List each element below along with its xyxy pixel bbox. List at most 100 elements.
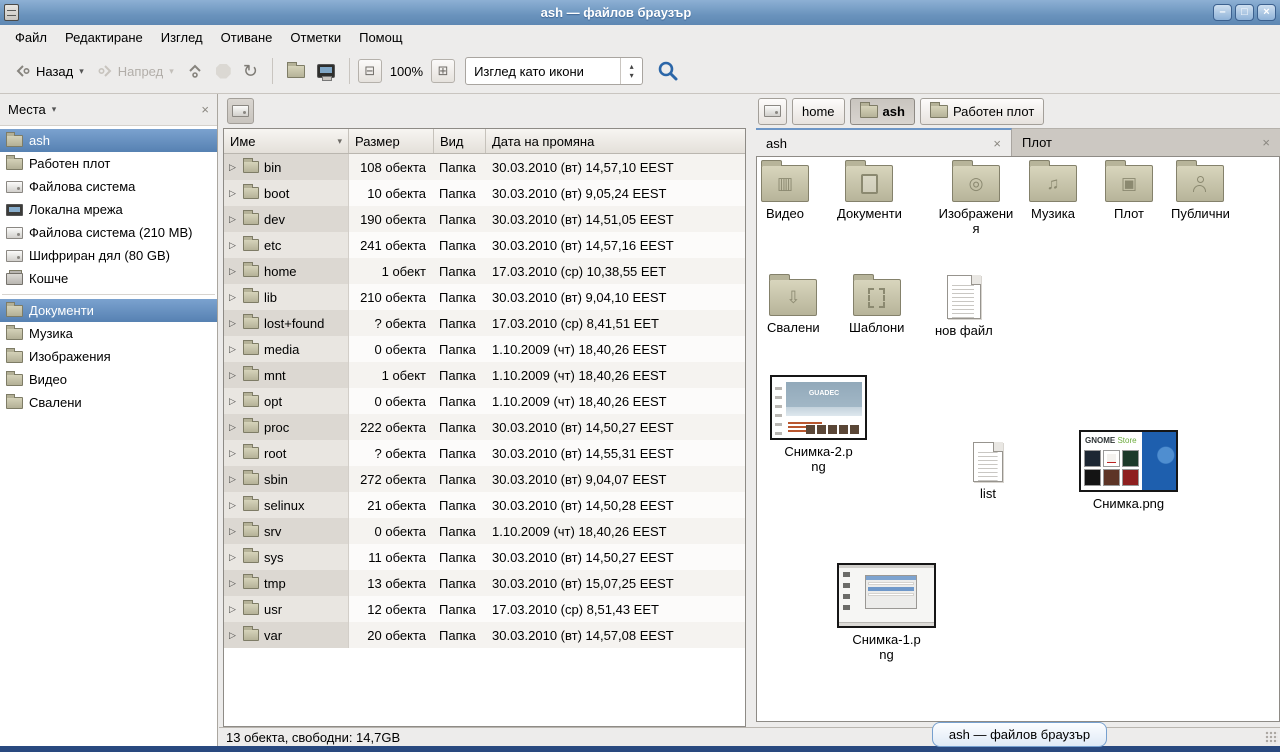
menu-help[interactable]: Помощ [350,27,411,48]
taskbar-window-button[interactable]: ash — файлов браузър [932,722,1107,747]
sidebar-mode-select[interactable]: Места [8,102,56,117]
menu-file[interactable]: Файл [6,27,56,48]
expander-icon[interactable] [229,162,238,173]
expander-icon[interactable] [229,240,238,251]
table-row[interactable]: mnt 1 обект Папка 1.10.2009 (чт) 18,40,2… [224,362,745,388]
table-row[interactable]: home 1 обект Папка 17.03.2010 (ср) 10,38… [224,258,745,284]
search-button[interactable] [651,56,685,86]
table-row[interactable]: dev 190 обекта Папка 30.03.2010 (вт) 14,… [224,206,745,232]
folder-downloads[interactable]: Свалени [767,279,820,335]
tab-plot[interactable]: Плот [1012,128,1280,156]
pane-divider[interactable] [748,94,756,727]
stop-button[interactable] [210,60,237,83]
table-row[interactable]: etc 241 обекта Папка 30.03.2010 (вт) 14,… [224,232,745,258]
column-header-date[interactable]: Дата на промяна [486,129,745,153]
expander-icon[interactable] [229,396,238,407]
column-header-size[interactable]: Размер [349,129,434,153]
expander-icon[interactable] [229,292,238,303]
sidebar-place-item[interactable]: Документи [0,299,217,322]
file-snimka-2[interactable]: GUADEC Снимка-2.png [770,375,867,474]
back-dropdown-icon[interactable] [79,66,84,77]
folder-images[interactable]: Изображения [937,165,1015,236]
filesystem-root-button[interactable] [227,98,254,124]
table-row[interactable]: boot 10 обекта Папка 30.03.2010 (вт) 9,0… [224,180,745,206]
path-home-button[interactable]: home [792,98,845,125]
expander-icon[interactable] [229,526,238,537]
tab-close-icon[interactable] [1262,135,1270,150]
table-row[interactable]: proc 222 обекта Папка 30.03.2010 (вт) 14… [224,414,745,440]
folder-documents[interactable]: Документи [837,165,902,221]
minimize-button[interactable] [1213,4,1232,21]
expander-icon[interactable] [229,188,238,199]
spinner-arrows-icon[interactable] [620,58,642,84]
zoom-in-button[interactable] [431,59,455,83]
sidebar-place-item[interactable]: Файлова система [0,175,217,198]
resize-grip[interactable] [1265,731,1278,744]
path-root-button[interactable] [758,98,787,125]
reload-button[interactable] [237,57,264,86]
tab-ash[interactable]: ash [756,128,1012,156]
sidebar-place-item[interactable]: Кошче [0,267,217,290]
column-header-name[interactable]: Име [224,129,349,153]
table-row[interactable]: root ? обекта Папка 30.03.2010 (вт) 14,5… [224,440,745,466]
file-snimka-1[interactable]: Снимка-1.png [837,563,936,662]
menu-go[interactable]: Отиване [212,27,282,48]
expander-icon[interactable] [229,422,238,433]
table-row[interactable]: var 20 обекта Папка 30.03.2010 (вт) 14,5… [224,622,745,648]
file-snimka[interactable]: GNOME Store Снимка.png [1079,430,1178,511]
folder-public[interactable]: Публични [1171,165,1230,221]
file-new-file[interactable]: нов файл [935,275,993,338]
table-row[interactable]: lost+found ? обекта Папка 17.03.2010 (ср… [224,310,745,336]
table-row[interactable]: selinux 21 обекта Папка 30.03.2010 (вт) … [224,492,745,518]
forward-button[interactable]: Напред [90,59,180,83]
table-row[interactable]: sys 11 обекта Папка 30.03.2010 (вт) 14,5… [224,544,745,570]
table-row[interactable]: bin 108 обекта Папка 30.03.2010 (вт) 14,… [224,154,745,180]
table-row[interactable]: srv 0 обекта Папка 1.10.2009 (чт) 18,40,… [224,518,745,544]
close-button[interactable] [1257,4,1276,21]
titlebar[interactable]: ash — файлов браузър [0,0,1280,25]
sidebar-place-item[interactable]: Работен плот [0,152,217,175]
home-button[interactable] [281,61,311,82]
table-row[interactable]: lib 210 обекта Папка 30.03.2010 (вт) 9,0… [224,284,745,310]
expander-icon[interactable] [229,552,238,563]
column-header-type[interactable]: Вид [434,129,486,153]
expander-icon[interactable] [229,630,238,641]
expander-icon[interactable] [229,604,238,615]
expander-icon[interactable] [229,344,238,355]
expander-icon[interactable] [229,370,238,381]
path-ash-button[interactable]: ash [850,98,915,125]
expander-icon[interactable] [229,214,238,225]
sidebar-close-icon[interactable] [201,102,209,117]
table-row[interactable]: usr 12 обекта Папка 17.03.2010 (ср) 8,51… [224,596,745,622]
expander-icon[interactable] [229,578,238,589]
tab-close-icon[interactable] [993,136,1001,151]
expander-icon[interactable] [229,318,238,329]
sidebar-place-item[interactable]: Шифриран дял (80 GB) [0,244,217,267]
table-row[interactable]: sbin 272 обекта Папка 30.03.2010 (вт) 9,… [224,466,745,492]
maximize-button[interactable] [1235,4,1254,21]
path-desktop-button[interactable]: Работен плот [920,98,1044,125]
sidebar-place-item[interactable]: Видео [0,368,217,391]
expander-icon[interactable] [229,266,238,277]
sidebar-place-item[interactable]: Файлова система (210 MB) [0,221,217,244]
view-mode-select[interactable]: Изглед като икони [465,57,643,85]
zoom-out-button[interactable] [358,59,382,83]
up-button[interactable] [180,58,210,84]
computer-button[interactable] [311,60,341,82]
expander-icon[interactable] [229,474,238,485]
sidebar-place-item[interactable]: Изображения [0,345,217,368]
folder-music[interactable]: Музика [1029,165,1077,221]
expander-icon[interactable] [229,500,238,511]
back-button[interactable]: Назад [8,59,90,83]
folder-templates[interactable]: Шаблони [849,279,904,335]
table-row[interactable]: opt 0 обекта Папка 1.10.2009 (чт) 18,40,… [224,388,745,414]
sidebar-place-item[interactable]: Музика [0,322,217,345]
folder-video[interactable]: Видео [761,165,809,221]
folder-desktop[interactable]: Плот [1105,165,1153,221]
file-list-document[interactable]: list [973,442,1003,501]
sidebar-place-item[interactable]: ash [0,129,217,152]
sidebar-place-item[interactable]: Свалени [0,391,217,414]
menu-edit[interactable]: Редактиране [56,27,152,48]
table-row[interactable]: media 0 обекта Папка 1.10.2009 (чт) 18,4… [224,336,745,362]
table-row[interactable]: tmp 13 обекта Папка 30.03.2010 (вт) 15,0… [224,570,745,596]
